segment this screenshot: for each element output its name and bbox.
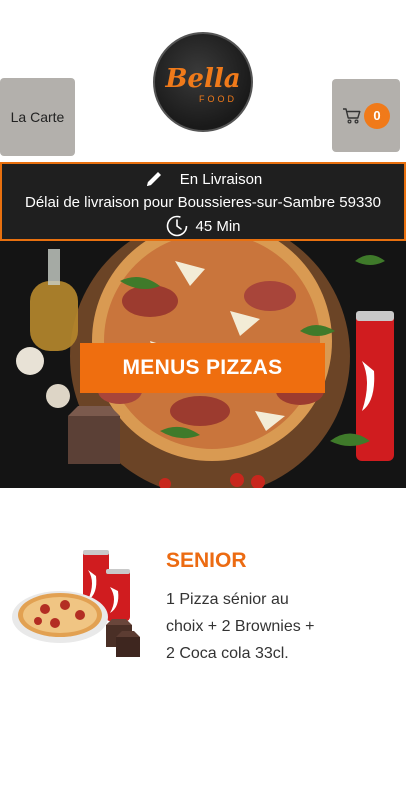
menus-pizzas-button[interactable]: MENUS PIZZAS xyxy=(80,343,325,393)
hero-banner: MENUS PIZZAS xyxy=(0,241,406,488)
bella-food-logo[interactable]: Bella FOOD xyxy=(153,32,253,132)
clock-icon xyxy=(167,215,188,237)
delivery-delay-text: Délai de livraison pour Boussieres-sur-S… xyxy=(24,194,381,211)
senior-menu-image[interactable] xyxy=(10,545,145,660)
la-carte-label: La Carte xyxy=(10,109,65,125)
product-description: 1 Pizza sénior au choix + 2 Brownies + 2… xyxy=(166,591,315,662)
cart-count-badge: 0 xyxy=(364,102,390,129)
delivery-time-row: 45 Min xyxy=(2,214,404,238)
page: La Carte Bella FOOD 0 En Livraison Délai… xyxy=(0,0,406,800)
pencil-icon xyxy=(146,172,161,186)
la-carte-button[interactable]: La Carte xyxy=(0,78,75,156)
logo-main-text: Bella xyxy=(165,64,241,94)
cart-icon xyxy=(343,107,361,124)
senior-menu-photo xyxy=(12,550,140,657)
delivery-mode-row: En Livraison xyxy=(2,166,404,192)
delivery-time-value: 45 Min xyxy=(195,217,241,235)
cart-button[interactable]: 0 xyxy=(332,79,400,152)
product-title[interactable]: SENIOR xyxy=(166,549,247,573)
delivery-mode-label: En Livraison xyxy=(179,170,263,188)
menus-pizzas-label: MENUS PIZZAS xyxy=(122,356,283,379)
delivery-info-banner[interactable]: En Livraison Délai de livraison pour Bou… xyxy=(0,162,406,241)
logo-sub-text: FOOD xyxy=(199,94,237,104)
